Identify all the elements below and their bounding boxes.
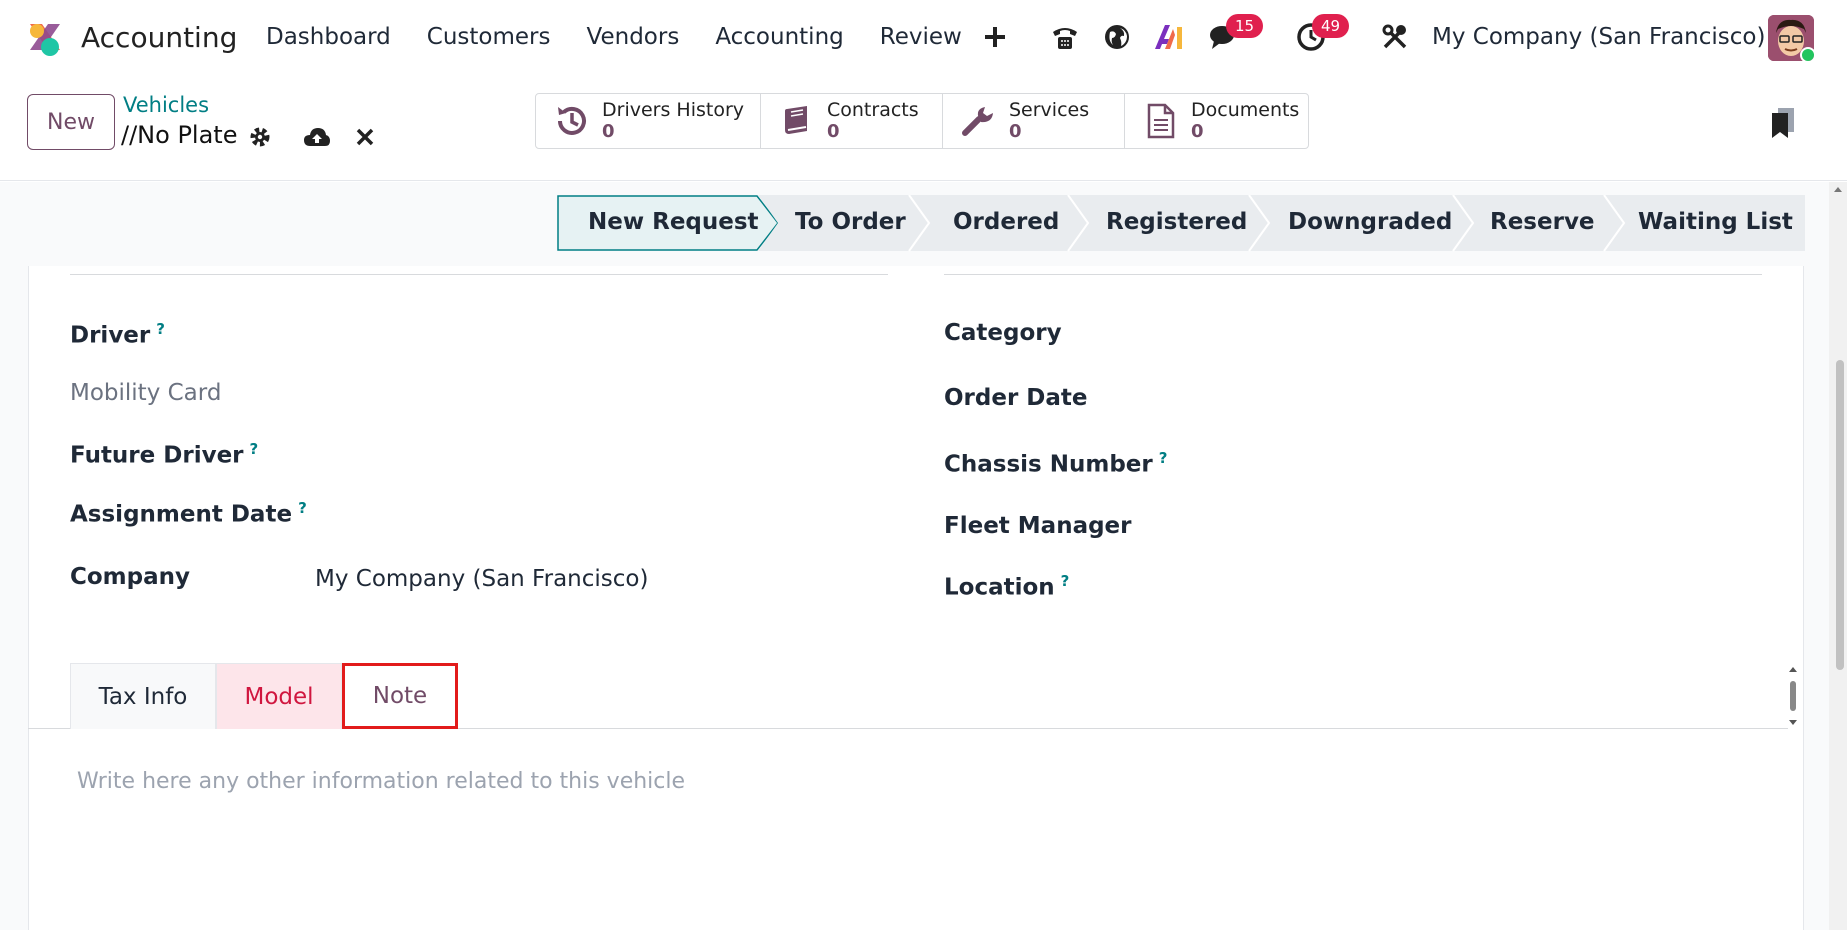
control-panel: New Vehicles //No Plate Drivers History 0… (0, 77, 1847, 181)
phone-icon[interactable] (1048, 20, 1082, 54)
drivers-history-count: 0 (602, 121, 615, 142)
page-scrollbar-thumb[interactable] (1836, 360, 1844, 670)
tools-icon[interactable] (1378, 20, 1412, 54)
help-icon[interactable]: ? (1061, 572, 1070, 590)
chassis-number-label: Chassis Number? (944, 449, 1168, 478)
new-button[interactable]: New (27, 94, 115, 150)
location-label: Location? (944, 572, 1070, 601)
contracts-label: Contracts (827, 99, 919, 121)
menu-vendors[interactable]: Vendors (587, 24, 680, 50)
drivers-history-label: Drivers History (602, 99, 744, 121)
tab-model[interactable]: Model (216, 663, 342, 729)
fleet-manager-label: Fleet Manager (944, 513, 1132, 539)
menu-customers[interactable]: Customers (427, 24, 551, 50)
company-field[interactable]: My Company (San Francisco) (315, 566, 648, 592)
plus-icon[interactable] (978, 20, 1012, 54)
help-icon[interactable]: ? (1159, 449, 1168, 467)
group-separator-left (70, 274, 888, 275)
document-icon (1141, 101, 1181, 141)
contracts-count: 0 (827, 121, 840, 142)
messages-badge: 15 (1226, 14, 1264, 38)
form-sheet (28, 266, 1804, 930)
menu-dashboard[interactable]: Dashboard (266, 24, 391, 50)
contracts-button[interactable]: Contracts 0 (761, 94, 943, 148)
documents-button[interactable]: Documents 0 (1125, 94, 1308, 148)
stage-reserve[interactable]: Reserve (1490, 209, 1595, 235)
bookmark-icon[interactable] (1770, 107, 1796, 143)
mobility-card-label: Mobility Card (70, 380, 222, 406)
assignment-date-label: Assignment Date? (70, 499, 307, 528)
tabs-scrollbar[interactable] (1787, 666, 1799, 726)
stage-waiting-list[interactable]: Waiting List (1638, 209, 1793, 235)
activities-badge: 49 (1312, 14, 1350, 38)
stage-downgraded[interactable]: Downgraded (1288, 209, 1452, 235)
top-navbar: Accounting Dashboard Customers Vendors A… (0, 0, 1847, 77)
menu-review[interactable]: Review (880, 24, 962, 50)
note-textarea[interactable]: Write here any other information related… (77, 769, 685, 794)
help-icon[interactable]: ? (298, 499, 307, 517)
app-logo-icon[interactable] (26, 20, 64, 58)
wrench-icon (959, 101, 999, 141)
services-label: Services (1009, 99, 1090, 121)
tab-note[interactable]: Note (342, 663, 458, 729)
drivers-history-button[interactable]: Drivers History 0 (536, 94, 761, 148)
app-name[interactable]: Accounting (81, 21, 237, 54)
services-count: 0 (1009, 121, 1022, 142)
stage-to-order[interactable]: To Order (795, 209, 906, 235)
category-label: Category (944, 320, 1062, 346)
globe-icon[interactable] (1100, 20, 1134, 54)
smart-buttons: Drivers History 0 Contracts 0 Services 0 Do… (535, 93, 1309, 149)
services-button[interactable]: Services 0 (943, 94, 1125, 148)
documents-count: 0 (1191, 121, 1204, 142)
stage-ordered[interactable]: Ordered (953, 209, 1059, 235)
tab-tax-info[interactable]: Tax Info (70, 663, 216, 729)
documents-label: Documents (1191, 99, 1300, 121)
stage-registered[interactable]: Registered (1106, 209, 1247, 235)
menu-accounting[interactable]: Accounting (715, 24, 843, 50)
user-avatar[interactable] (1768, 15, 1814, 61)
chat-icon[interactable]: 15 (1208, 14, 1264, 54)
history-icon (552, 101, 592, 141)
future-driver-label: Future Driver? (70, 440, 259, 469)
company-label: Company (70, 564, 190, 590)
group-separator-right (944, 274, 1762, 275)
save-cloud-icon[interactable] (303, 123, 331, 151)
clock-icon[interactable]: 49 (1294, 14, 1350, 54)
order-date-label: Order Date (944, 385, 1088, 411)
help-icon[interactable]: ? (156, 320, 165, 338)
breadcrumb-current: //No Plate (121, 121, 238, 149)
stage-new-request[interactable]: New Request (588, 209, 759, 235)
main-menu: Dashboard Customers Vendors Accounting R… (266, 24, 998, 50)
breadcrumb-vehicles-link[interactable]: Vehicles (123, 93, 209, 117)
ai-icon[interactable] (1152, 20, 1186, 54)
help-icon[interactable]: ? (250, 440, 259, 458)
gear-icon[interactable] (246, 123, 274, 151)
company-switcher[interactable]: My Company (San Francisco) (1432, 24, 1765, 50)
online-status-icon (1800, 47, 1814, 61)
driver-label: Driver? (70, 320, 165, 349)
discard-close-icon[interactable] (351, 123, 379, 151)
book-icon (777, 101, 817, 141)
